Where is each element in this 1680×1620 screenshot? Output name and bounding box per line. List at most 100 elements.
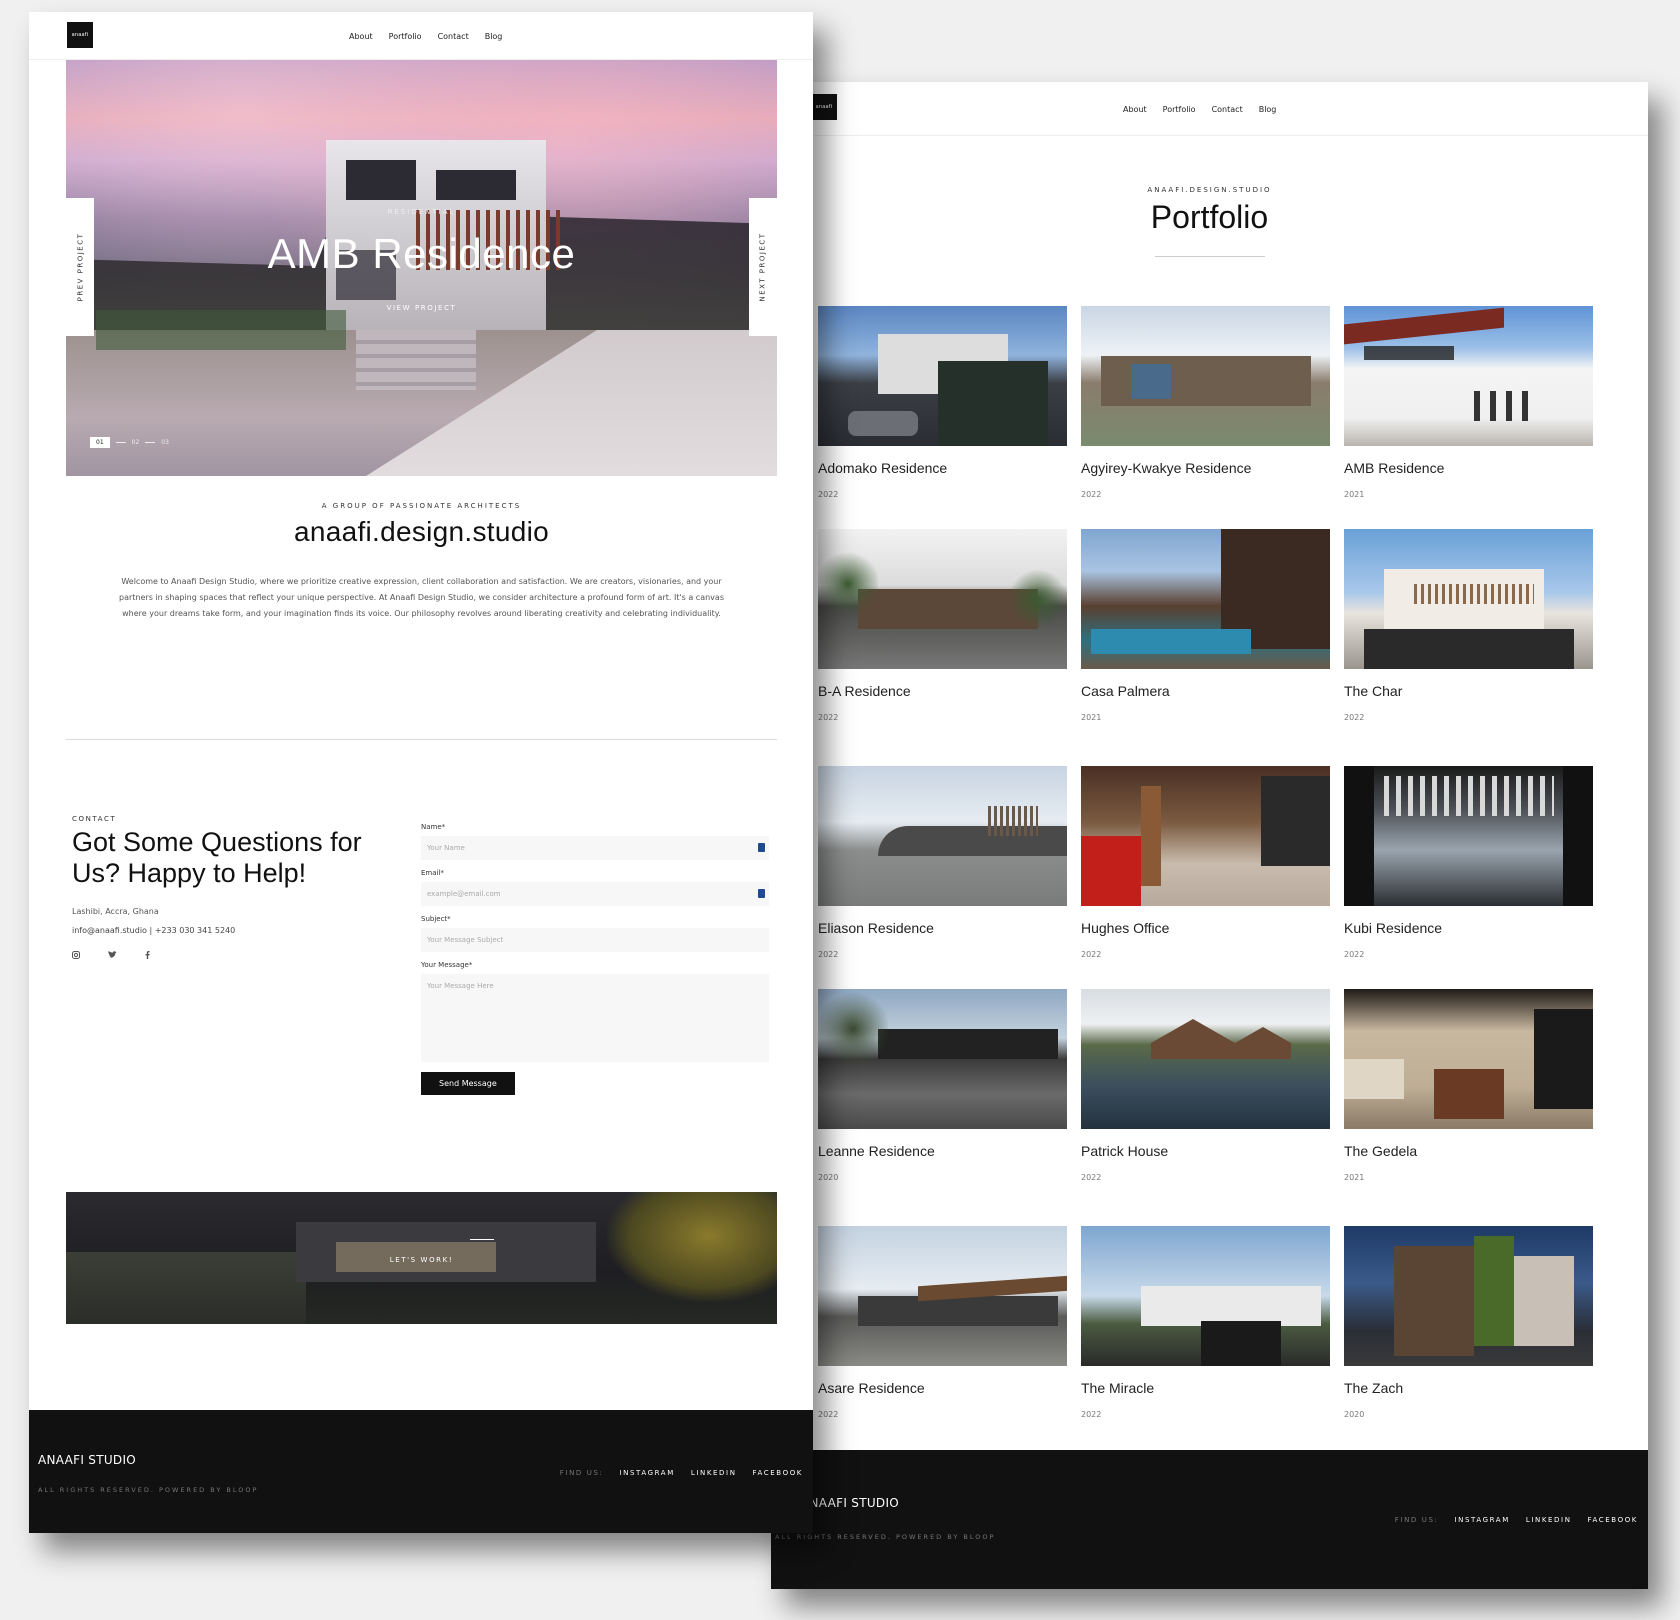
nav-contact[interactable]: Contact xyxy=(1212,105,1243,114)
about-kicker: A GROUP OF PASSIONATE ARCHITECTS xyxy=(321,502,522,510)
hero-title: AMB Residence xyxy=(267,230,576,277)
home-page: anaafi About Portfolio Contact Blog PREV… xyxy=(29,12,813,1533)
project-thumbnail[interactable] xyxy=(818,529,1067,669)
project-year: 2022 xyxy=(818,1410,839,1419)
project-name[interactable]: The Char xyxy=(1344,683,1593,699)
project-thumbnail[interactable] xyxy=(1344,1226,1593,1366)
nav-blog[interactable]: Blog xyxy=(1259,105,1277,114)
send-message-button[interactable]: Send Message xyxy=(421,1072,515,1095)
project-thumbnail[interactable] xyxy=(1344,989,1593,1129)
nav-blog[interactable]: Blog xyxy=(485,32,503,41)
footer-brand: ANAAFI STUDIO xyxy=(38,1453,137,1467)
project-thumbnail[interactable] xyxy=(1344,529,1593,669)
twitter-icon[interactable] xyxy=(108,951,117,961)
project-card[interactable]: The Char 2022 xyxy=(1344,529,1593,722)
about-body: Welcome to Anaafi Design Studio, where w… xyxy=(119,577,724,618)
portfolio-page: anaafi About Portfolio Contact Blog ANAA… xyxy=(771,82,1648,1589)
project-thumbnail[interactable] xyxy=(818,766,1067,906)
footer-link-instagram[interactable]: INSTAGRAM xyxy=(619,1469,674,1477)
project-card[interactable]: B-A Residence 2022 xyxy=(818,529,1067,722)
project-name[interactable]: Patrick House xyxy=(1081,1143,1330,1159)
instagram-icon[interactable] xyxy=(72,951,80,961)
project-card[interactable]: The Gedela 2021 xyxy=(1344,989,1593,1182)
project-thumbnail[interactable] xyxy=(1081,989,1330,1129)
project-thumbnail[interactable] xyxy=(1081,766,1330,906)
project-name[interactable]: The Gedela xyxy=(1344,1143,1593,1159)
autofill-icon[interactable] xyxy=(758,889,765,898)
project-card[interactable]: Asare Residence 2022 xyxy=(818,1226,1067,1419)
page-title: Portfolio xyxy=(1150,199,1269,235)
footer-link-facebook[interactable]: FACEBOOK xyxy=(753,1469,803,1477)
facebook-icon[interactable] xyxy=(145,951,150,961)
name-label: Name* xyxy=(421,823,446,831)
email-field[interactable]: example@email.com xyxy=(421,882,769,906)
logo[interactable]: anaafi xyxy=(811,94,837,120)
project-name[interactable]: Agyirey-Kwakye Residence xyxy=(1081,460,1330,476)
project-card[interactable]: Casa Palmera 2021 xyxy=(1081,529,1330,722)
message-field[interactable]: Your Message Here xyxy=(421,974,769,1062)
project-card[interactable]: Patrick House 2022 xyxy=(1081,989,1330,1182)
subject-field[interactable]: Your Message Subject xyxy=(421,928,769,952)
project-name[interactable]: The Miracle xyxy=(1081,1380,1330,1396)
project-name[interactable]: Kubi Residence xyxy=(1344,920,1593,936)
project-card[interactable]: Eliason Residence 2022 xyxy=(818,766,1067,959)
project-thumbnail[interactable] xyxy=(1344,306,1593,446)
project-card[interactable]: Adomako Residence 2022 xyxy=(818,306,1067,499)
project-year: 2022 xyxy=(1081,1410,1102,1419)
project-card[interactable]: Agyirey-Kwakye Residence 2022 xyxy=(1081,306,1330,499)
project-thumbnail[interactable] xyxy=(818,989,1067,1129)
project-name[interactable]: B-A Residence xyxy=(818,683,1067,699)
project-thumbnail[interactable] xyxy=(1081,306,1330,446)
project-name[interactable]: Casa Palmera xyxy=(1081,683,1330,699)
project-thumbnail[interactable] xyxy=(1081,529,1330,669)
logo[interactable]: anaafi xyxy=(67,22,93,48)
slide-3[interactable]: 03 xyxy=(161,439,169,446)
project-card[interactable]: Leanne Residence 2020 xyxy=(818,989,1067,1182)
autofill-icon[interactable] xyxy=(758,843,765,852)
lets-work-banner[interactable]: LET'S WORK! xyxy=(66,1192,777,1324)
contact-form: Name* Your Name Email* example@email.com… xyxy=(421,823,769,1095)
subject-label: Subject* xyxy=(421,915,451,923)
project-thumbnail[interactable] xyxy=(1344,766,1593,906)
email-phone[interactable]: info@anaafi.studio | +233 030 341 5240 xyxy=(72,926,372,935)
project-year: 2021 xyxy=(1344,1173,1365,1182)
main-nav: About Portfolio Contact Blog xyxy=(1123,105,1276,114)
project-thumbnail[interactable] xyxy=(818,306,1067,446)
project-year: 2022 xyxy=(1344,950,1365,959)
project-card[interactable]: The Miracle 2022 xyxy=(1081,1226,1330,1419)
nav-about[interactable]: About xyxy=(349,32,373,41)
project-thumbnail[interactable] xyxy=(818,1226,1067,1366)
nav-contact[interactable]: Contact xyxy=(438,32,469,41)
nav-portfolio[interactable]: Portfolio xyxy=(1163,105,1196,114)
project-name[interactable]: Eliason Residence xyxy=(818,920,1067,936)
footer-link-linkedin[interactable]: LINKEDIN xyxy=(691,1469,737,1477)
project-name[interactable]: The Zach xyxy=(1344,1380,1593,1396)
project-card[interactable]: Kubi Residence 2022 xyxy=(1344,766,1593,959)
view-project-link[interactable]: VIEW PROJECT xyxy=(66,304,777,312)
project-name[interactable]: Asare Residence xyxy=(818,1380,1067,1396)
project-year: 2021 xyxy=(1081,713,1102,722)
footer-link-linkedin[interactable]: LINKEDIN xyxy=(1526,1516,1572,1524)
name-field[interactable]: Your Name xyxy=(421,836,769,860)
footer-link-facebook[interactable]: FACEBOOK xyxy=(1588,1516,1638,1524)
project-thumbnail[interactable] xyxy=(1081,1226,1330,1366)
footer-link-instagram[interactable]: INSTAGRAM xyxy=(1454,1516,1509,1524)
divider xyxy=(1154,256,1265,257)
project-card[interactable]: Hughes Office 2022 xyxy=(1081,766,1330,959)
slide-1[interactable]: 01 xyxy=(90,437,110,448)
message-label: Your Message* xyxy=(421,961,473,969)
slide-2[interactable]: 02 xyxy=(132,439,140,446)
project-name[interactable]: AMB Residence xyxy=(1344,460,1593,476)
project-year: 2022 xyxy=(1081,950,1102,959)
home-header: anaafi About Portfolio Contact Blog xyxy=(29,12,813,60)
lets-work-label[interactable]: LET'S WORK! xyxy=(66,1256,777,1264)
project-name[interactable]: Adomako Residence xyxy=(818,460,1067,476)
footer-social-links: FIND US: INSTAGRAM LINKEDIN FACEBOOK xyxy=(1395,1516,1638,1524)
project-name[interactable]: Leanne Residence xyxy=(818,1143,1067,1159)
project-name[interactable]: Hughes Office xyxy=(1081,920,1330,936)
nav-about[interactable]: About xyxy=(1123,105,1147,114)
project-card[interactable]: AMB Residence 2021 xyxy=(1344,306,1593,499)
nav-portfolio[interactable]: Portfolio xyxy=(389,32,422,41)
project-year: 2022 xyxy=(1081,1173,1102,1182)
project-card[interactable]: The Zach 2020 xyxy=(1344,1226,1593,1419)
